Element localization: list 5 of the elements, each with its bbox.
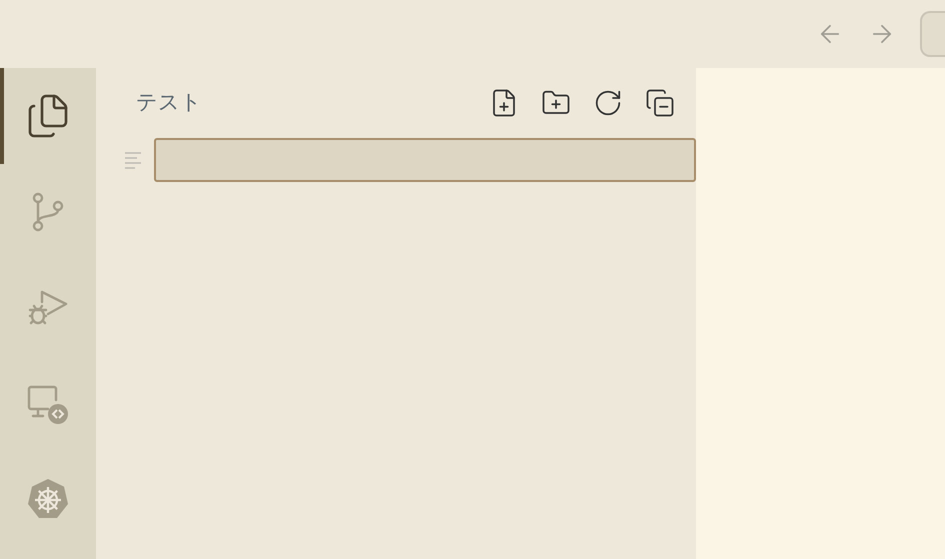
panel-title: テスト bbox=[136, 89, 202, 116]
input-field[interactable] bbox=[154, 138, 696, 182]
collapse-button[interactable] bbox=[644, 87, 676, 119]
command-center[interactable] bbox=[920, 11, 945, 57]
lines-icon bbox=[124, 150, 142, 170]
